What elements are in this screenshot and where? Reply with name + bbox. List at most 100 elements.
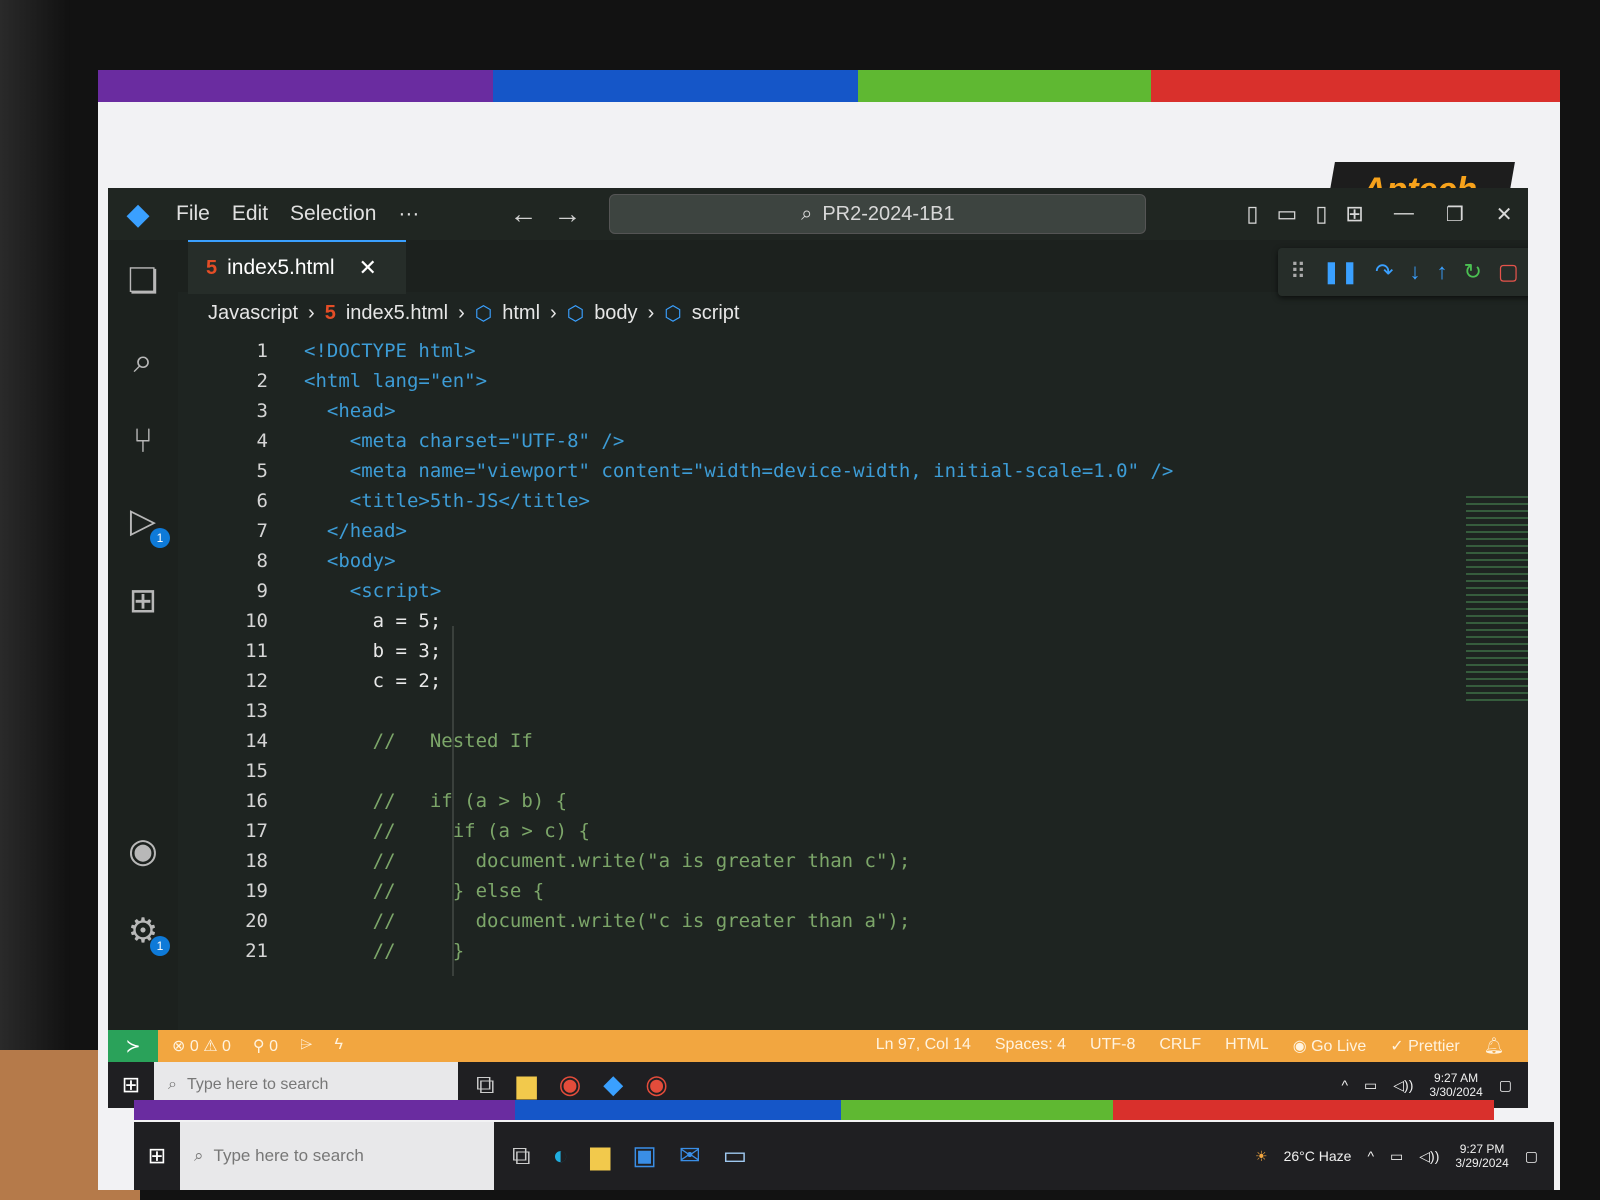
line-number: 18 — [245, 850, 268, 872]
code-text: <!DOCTYPE html> — [304, 340, 476, 362]
line-ending[interactable]: CRLF — [1159, 1036, 1201, 1056]
code-line[interactable]: 1 <!DOCTYPE html> — [178, 336, 476, 366]
minimap[interactable] — [1466, 496, 1528, 706]
step-out-icon[interactable]: ↑ — [1436, 259, 1447, 285]
code-line[interactable]: 17 // if (a > c) { — [178, 816, 590, 846]
code-line[interactable]: 11 b = 3; — [178, 636, 441, 666]
tab-index5[interactable]: 5 index5.html ✕ — [188, 240, 406, 294]
step-over-icon[interactable]: ↷ — [1375, 259, 1393, 285]
restore-icon[interactable]: ❐ — [1446, 202, 1464, 227]
code-line[interactable]: 14 // Nested If — [178, 726, 533, 756]
restart-icon[interactable]: ↻ — [1463, 259, 1481, 285]
problems-indicator[interactable]: ⊗ 0 ⚠ 0 — [172, 1036, 231, 1056]
windows-start-icon[interactable]: ⊞ — [134, 1133, 180, 1179]
notification-center-icon[interactable]: ▢ — [1499, 1077, 1512, 1094]
close-window-icon[interactable]: ✕ — [1496, 202, 1513, 227]
taskbar-clock[interactable]: 9:27 AM 3/30/2024 — [1429, 1071, 1482, 1099]
notification-center-icon[interactable]: ▢ — [1525, 1148, 1538, 1165]
debug-target-icon[interactable]: ⌲ — [300, 1036, 312, 1056]
source-control-icon[interactable]: ⑂ — [122, 420, 164, 462]
toggle-panel-icon[interactable]: ▭ — [1277, 201, 1298, 227]
code-line[interactable]: 19 // } else { — [178, 876, 544, 906]
menu-file[interactable]: File — [176, 202, 210, 226]
prettier-button[interactable]: ✓ Prettier — [1390, 1036, 1459, 1056]
explorer-icon[interactable]: ❏ — [122, 260, 164, 302]
search-icon: ⌕ — [801, 202, 813, 225]
menu-selection[interactable]: Selection — [290, 202, 376, 226]
code-editor[interactable]: 1 <!DOCTYPE html> 2 <html lang="en"> 3 <head… — [178, 336, 1528, 978]
task-view-icon[interactable]: ⧉ — [476, 1069, 495, 1101]
breadcrumb-file[interactable]: index5.html — [346, 302, 448, 325]
toggle-sidebar-icon[interactable]: ▯ — [1246, 201, 1258, 227]
code-line[interactable]: 4 <meta charset="UTF-8" /> — [178, 426, 625, 456]
toggle-secondary-sidebar-icon[interactable]: ▯ — [1315, 201, 1327, 227]
weather-icon[interactable]: ☀ — [1255, 1148, 1268, 1165]
mail-icon[interactable]: ✉ — [679, 1140, 701, 1172]
command-center-text: PR2-2024-1B1 — [822, 202, 955, 225]
edge-icon[interactable]: ◐ — [553, 1140, 569, 1172]
step-into-icon[interactable]: ↓ — [1409, 259, 1420, 285]
tray-chevron-up-icon[interactable]: ^ — [1367, 1148, 1374, 1164]
code-line[interactable]: 13 — [178, 696, 304, 726]
command-center[interactable]: ⌕ PR2-2024-1B1 — [609, 194, 1147, 234]
ports-indicator[interactable]: ⚲ 0 — [253, 1036, 278, 1056]
code-line[interactable]: 16 // if (a > b) { — [178, 786, 567, 816]
volume-icon[interactable]: ◁)) — [1393, 1077, 1413, 1094]
notifications-bell-icon[interactable]: 🔔︎ — [1484, 1036, 1504, 1056]
code-line[interactable]: 2 <html lang="en"> — [178, 366, 487, 396]
back-arrow-icon[interactable]: ← — [509, 198, 537, 230]
cursor-position[interactable]: Ln 97, Col 14 — [876, 1036, 971, 1056]
chrome-icon[interactable]: ◉ — [559, 1069, 582, 1101]
outer-taskbar-search[interactable]: ⌕ Type here to search — [180, 1122, 494, 1190]
extensions-icon[interactable]: ⊞ — [122, 580, 164, 622]
code-line[interactable]: 3 <head> — [178, 396, 396, 426]
code-line[interactable]: 18 // document.write("a is greater than … — [178, 846, 910, 876]
close-tab-icon[interactable]: ✕ — [359, 255, 377, 281]
drag-handle-icon[interactable]: ⠿ — [1290, 259, 1306, 285]
remote-indicator-icon[interactable]: ≻ — [108, 1030, 158, 1062]
breadcrumb-root[interactable]: Javascript — [208, 302, 298, 325]
code-line[interactable]: 9 <script> — [178, 576, 442, 606]
code-line[interactable]: 12 c = 2; — [178, 666, 441, 696]
code-line[interactable]: 7 </head> — [178, 516, 407, 546]
code-line[interactable]: 8 <body> — [178, 546, 396, 576]
breadcrumb-body[interactable]: body — [594, 302, 637, 325]
tray-chevron-up-icon[interactable]: ^ — [1341, 1077, 1348, 1093]
forward-arrow-icon[interactable]: → — [553, 198, 581, 230]
vscode-taskbar-icon[interactable]: ◆ — [603, 1069, 623, 1101]
code-line[interactable]: 10 a = 5; — [178, 606, 441, 636]
code-text: </head> — [304, 520, 407, 542]
network-icon[interactable]: ▭ — [1390, 1148, 1403, 1165]
weather-text[interactable]: 26°C Haze — [1284, 1148, 1352, 1164]
code-line[interactable]: 15 — [178, 756, 304, 786]
network-icon[interactable]: ▭ — [1364, 1077, 1377, 1094]
code-line[interactable]: 20 // document.write("c is greater than … — [178, 906, 910, 936]
menu-more[interactable]: ··· — [398, 202, 419, 226]
lightning-icon[interactable]: ϟ — [334, 1036, 342, 1056]
breadcrumb-html[interactable]: html — [502, 302, 540, 325]
chrome-icon[interactable]: ◉ — [645, 1069, 668, 1101]
outer-taskbar-clock[interactable]: 9:27 PM 3/29/2024 — [1455, 1142, 1508, 1170]
menu-edit[interactable]: Edit — [232, 202, 268, 226]
file-explorer-icon[interactable]: ▆ — [517, 1069, 537, 1101]
go-live-button[interactable]: ◉ Go Live — [1293, 1036, 1367, 1056]
indentation[interactable]: Spaces: 4 — [995, 1036, 1066, 1056]
remote-desktop-icon[interactable]: ▭ — [723, 1140, 748, 1172]
account-icon[interactable]: ◉ — [122, 830, 164, 872]
minimize-icon[interactable]: — — [1394, 202, 1414, 227]
pause-icon[interactable]: ❚❚ — [1322, 259, 1359, 285]
store-icon[interactable]: ▣ — [632, 1140, 657, 1172]
file-explorer-icon[interactable]: ▆ — [590, 1140, 610, 1172]
encoding[interactable]: UTF-8 — [1090, 1036, 1135, 1056]
language-mode[interactable]: HTML — [1225, 1036, 1269, 1056]
breadcrumb-script[interactable]: script — [692, 302, 740, 325]
code-line[interactable]: 6 <title>5th-JS</title> — [178, 486, 590, 516]
code-line[interactable]: 5 <meta name="viewport" content="width=d… — [178, 456, 1174, 486]
search-activity-icon[interactable]: ⌕ — [122, 340, 164, 382]
line-number: 10 — [245, 610, 268, 632]
stop-icon[interactable]: ▢ — [1498, 259, 1519, 285]
customize-layout-icon[interactable]: ⊞ — [1345, 201, 1363, 227]
code-line[interactable]: 21 // } — [178, 936, 464, 966]
volume-icon[interactable]: ◁)) — [1419, 1148, 1439, 1165]
task-view-icon[interactable]: ⧉ — [512, 1140, 531, 1172]
